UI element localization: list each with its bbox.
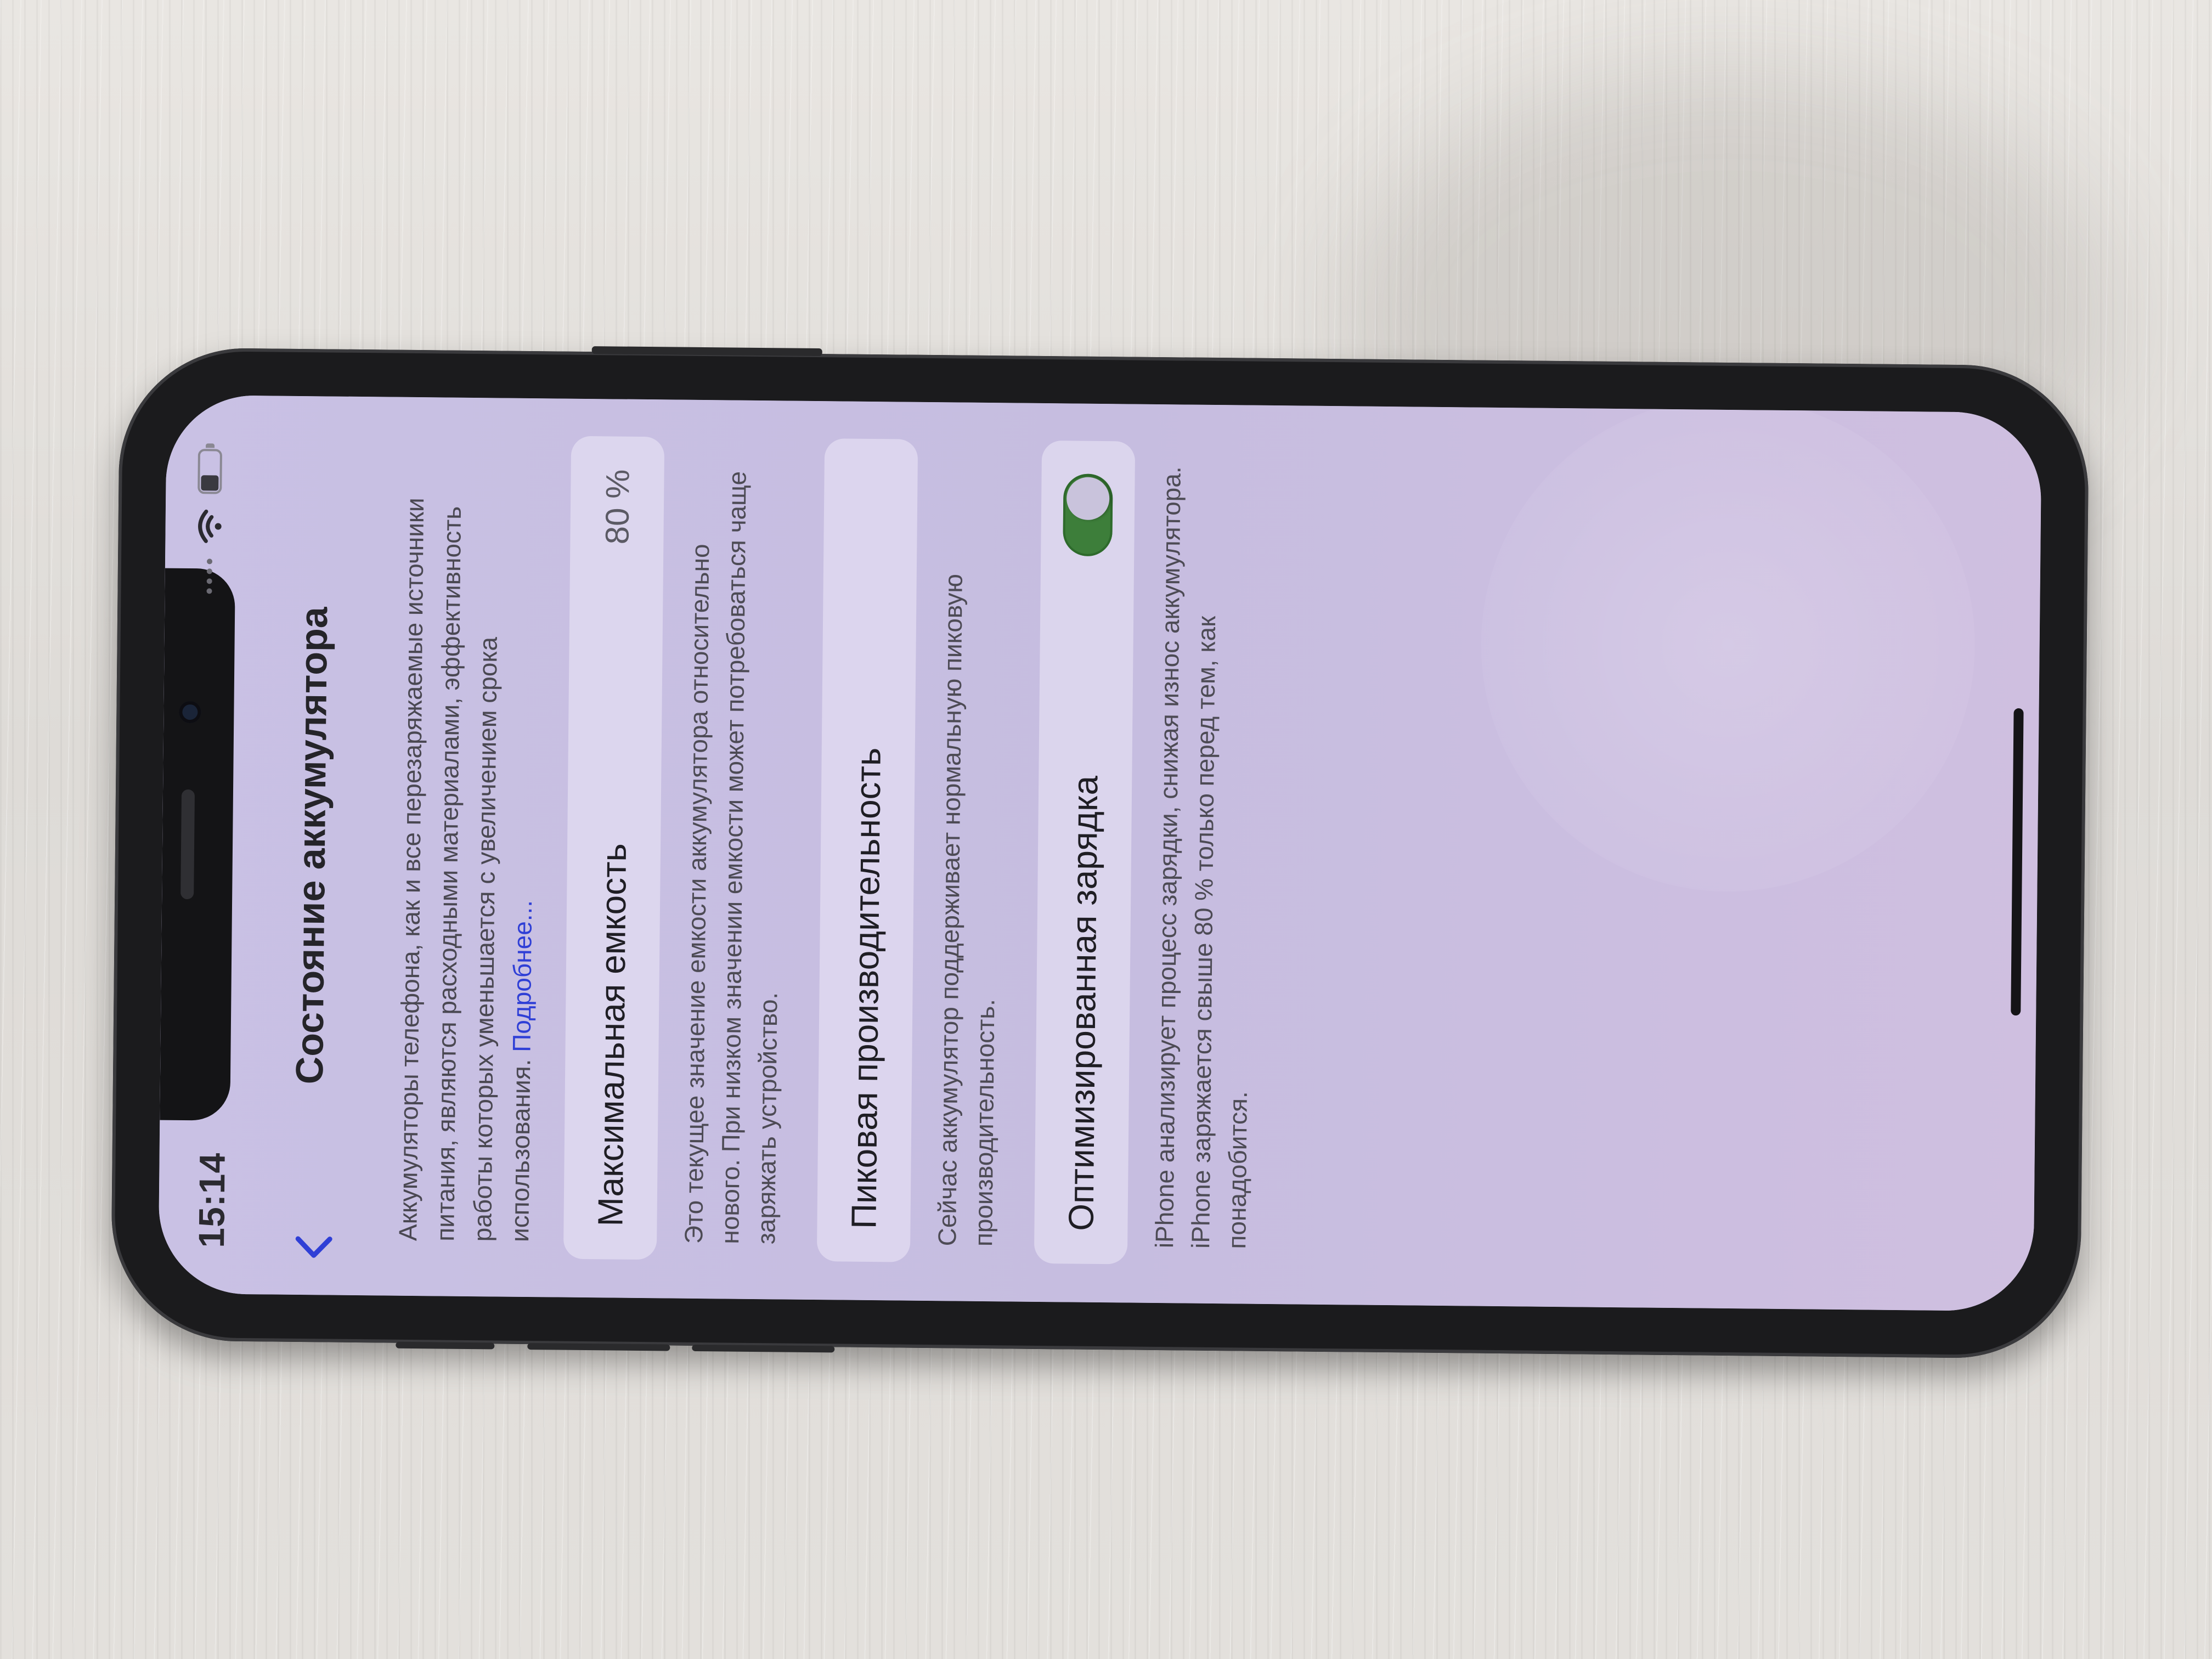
phone-screen: 15:14 Состояние аккумулятора Аккумулятор… <box>158 394 2042 1312</box>
peak-performance-label: Пиковая производительность <box>844 747 888 1229</box>
peak-performance-row: Пиковая производительность <box>816 438 918 1262</box>
home-indicator[interactable] <box>2011 708 2024 1016</box>
screen-glare <box>1479 395 1977 894</box>
status-icons <box>196 441 223 594</box>
volume-up-button <box>527 1343 670 1351</box>
phone-device: 15:14 Состояние аккумулятора Аккумулятор… <box>110 346 2090 1359</box>
intro-text: Аккумуляторы телефона, как и все перезар… <box>393 497 536 1243</box>
signal-dots-icon <box>206 558 213 594</box>
status-time: 15:14 <box>191 1152 233 1248</box>
wifi-icon <box>197 509 223 543</box>
optimized-charging-toggle[interactable] <box>1063 473 1113 557</box>
notch <box>158 395 235 1294</box>
mute-switch <box>396 1341 495 1350</box>
intro-paragraph: Аккумуляторы телефона, как и все перезар… <box>389 451 546 1243</box>
peak-performance-footnote: Сейчас аккумулятор поддерживает нормальн… <box>933 573 1000 1247</box>
max-capacity-value: 80 % <box>598 469 636 545</box>
front-camera <box>179 701 201 724</box>
volume-down-button <box>692 1344 835 1353</box>
optimized-charging-footnote: iPhone анализирует процесс зарядки, сниж… <box>1150 466 1252 1249</box>
page-title: Состояние аккумулятора <box>287 606 336 1085</box>
learn-more-link[interactable]: Подробнее... <box>507 900 537 1052</box>
battery-icon <box>198 441 223 494</box>
toggle-knob <box>1066 477 1110 521</box>
power-button <box>591 346 822 357</box>
max-capacity-footnote: Это текущее значение емкости аккумулятор… <box>679 471 783 1245</box>
earpiece-speaker <box>180 789 195 900</box>
settings-content: Аккумуляторы телефона, как и все перезар… <box>389 435 1295 1266</box>
optimized-charging-label: Оптимизированная зарядка <box>1061 775 1105 1232</box>
max-capacity-label: Максимальная емкость <box>590 843 634 1227</box>
battery-health-screen: 15:14 Состояние аккумулятора Аккумулятор… <box>158 394 2042 1312</box>
max-capacity-row: Максимальная емкость 80 % <box>563 436 665 1260</box>
optimized-charging-row: Оптимизированная зарядка <box>1034 440 1136 1265</box>
notch-cutout <box>160 568 235 1121</box>
